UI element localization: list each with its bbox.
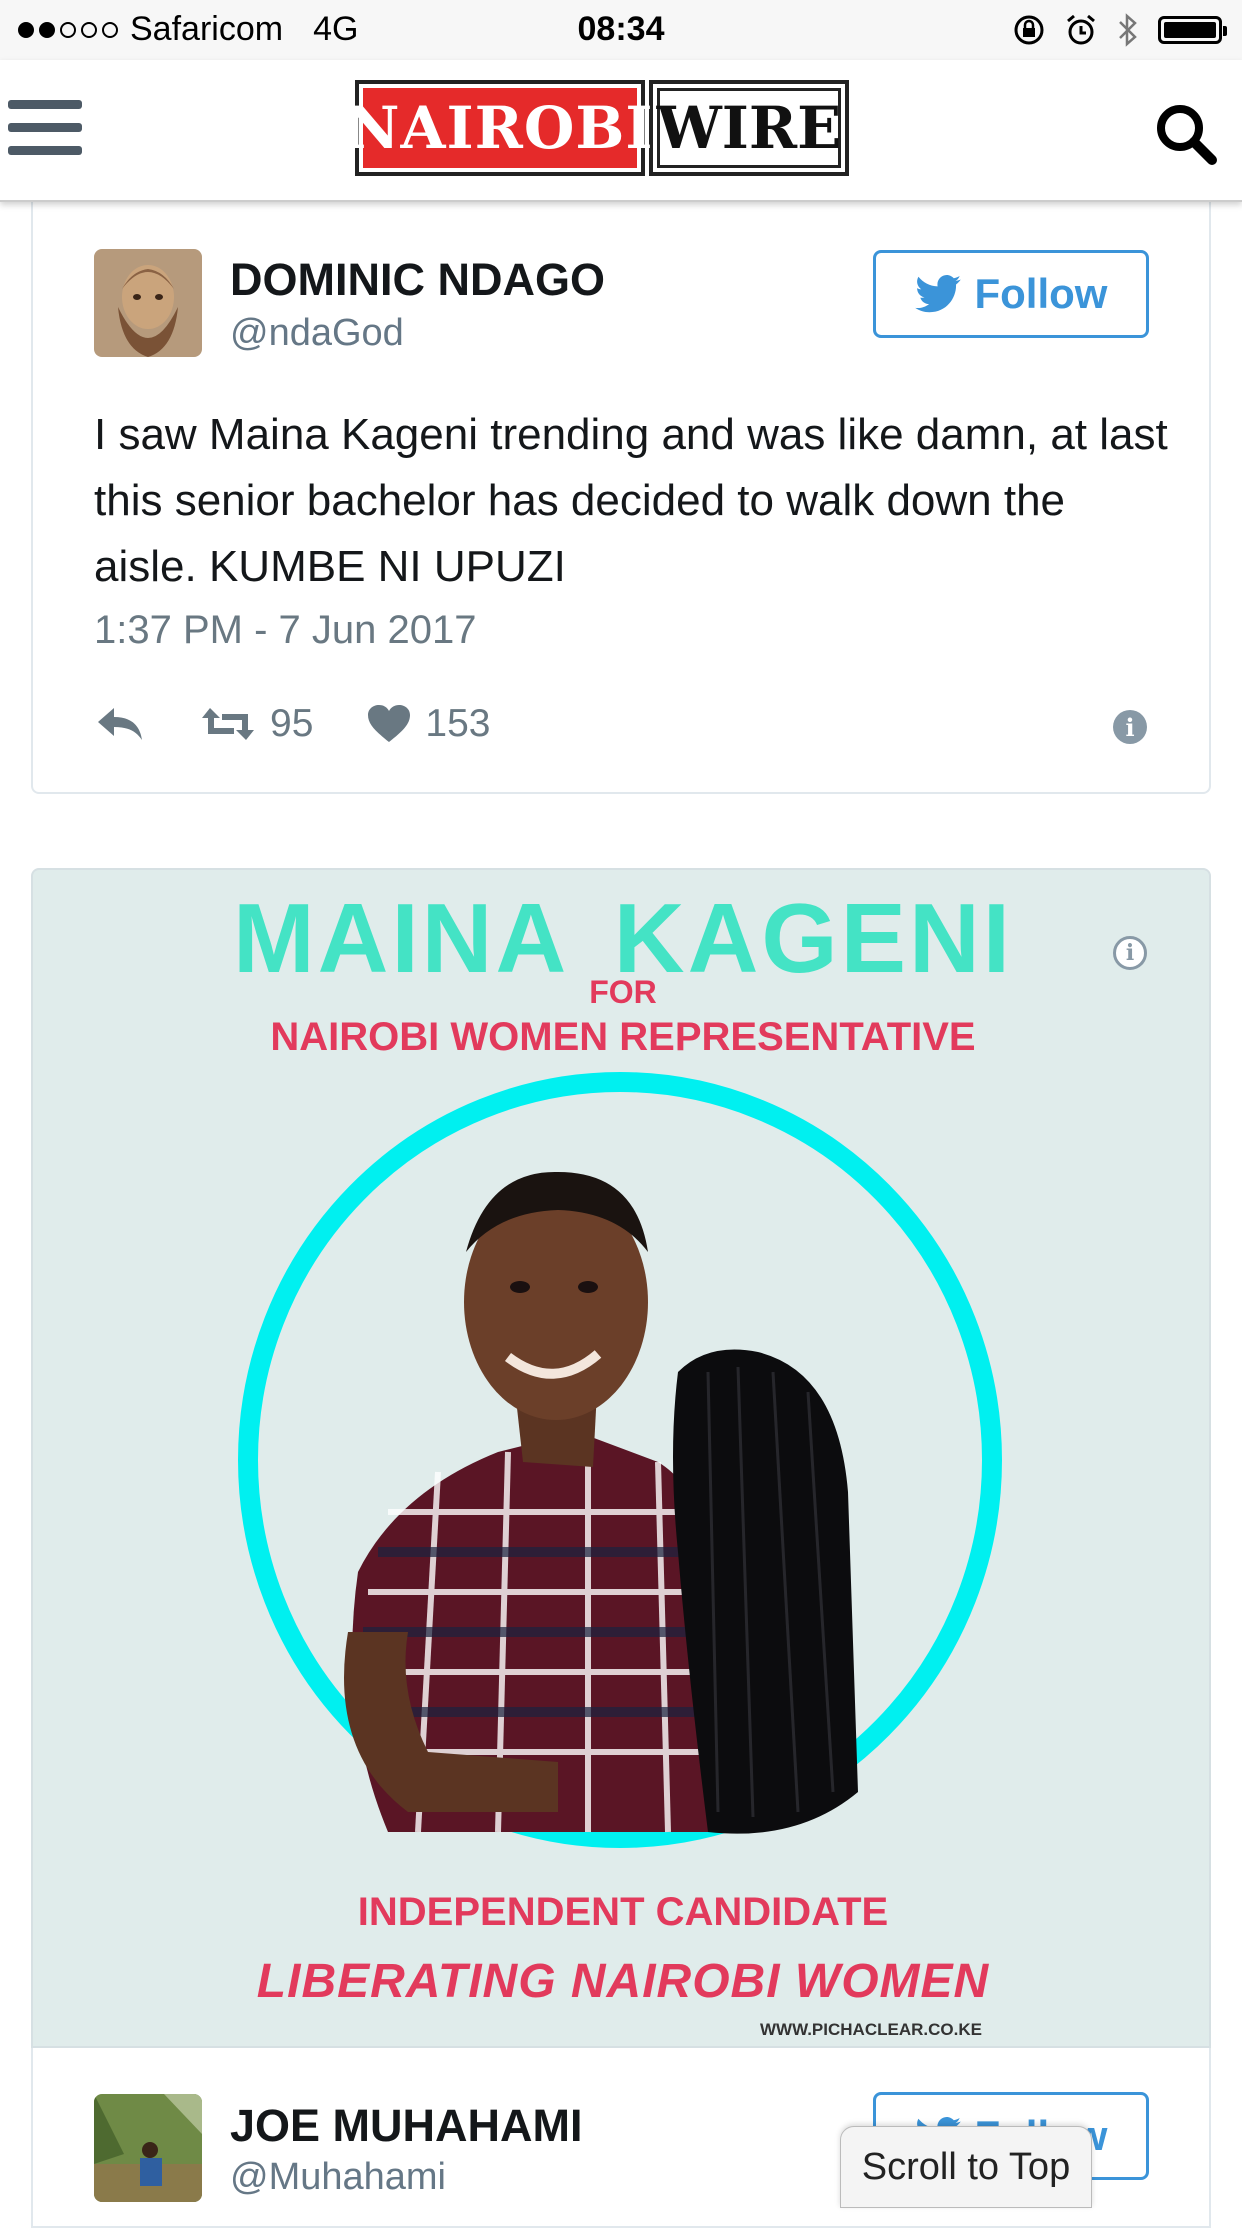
alarm-icon: [1067, 14, 1095, 45]
battery-icon: [1158, 16, 1227, 44]
search-icon[interactable]: [1154, 102, 1218, 166]
avatar[interactable]: [94, 2094, 202, 2202]
poster-independent: INDEPENDENT CANDIDATE: [357, 1890, 889, 1934]
avatar[interactable]: [94, 249, 202, 357]
bluetooth-icon: [1119, 13, 1137, 47]
poster-website: WWW.PICHACLEAR.CO.KE: [760, 2020, 982, 2039]
follow-button[interactable]: Follow: [873, 250, 1149, 338]
reply-icon: [98, 708, 142, 740]
poster-slogan: LIBERATING NAIROBI WOMEN: [256, 1955, 990, 2008]
info-icon[interactable]: i: [1113, 710, 1147, 744]
status-right: [1012, 12, 1227, 48]
logo-right-block: WIRE: [649, 80, 849, 176]
tweet-actions: 95 153: [94, 702, 544, 746]
twitter-bird-icon: [914, 275, 961, 313]
tweet-author-name[interactable]: JOE MUHAHAMI: [230, 2100, 583, 2152]
poster-subtitle: NAIROBI WOMEN REPRESENTATIVE: [270, 1015, 976, 1059]
follow-label: Follow: [974, 270, 1108, 317]
tweet-timestamp[interactable]: 1:37 PM - 7 Jun 2017: [94, 608, 476, 653]
retweet-button[interactable]: 95: [200, 702, 313, 746]
embedded-tweet: DOMINIC NDAGO @ndaGod Follow I saw Maina…: [31, 150, 1211, 794]
reply-button[interactable]: [94, 704, 146, 744]
site-logo[interactable]: NAIROBI WIRE: [346, 80, 851, 182]
scroll-to-top-button[interactable]: Scroll to Top: [840, 2126, 1092, 2208]
tweet-author-handle[interactable]: @Muhahami: [230, 2156, 446, 2199]
rotation-lock-icon: [1014, 15, 1044, 45]
retweet-icon: [202, 708, 254, 740]
logo-right-text: WIRE: [657, 88, 841, 168]
retweet-count: 95: [270, 702, 314, 745]
like-button[interactable]: 153: [367, 702, 490, 746]
heart-icon: [368, 705, 411, 742]
candidate-photo: [238, 1072, 1002, 1848]
media-info-icon[interactable]: i: [1113, 936, 1147, 970]
logo-left-text: NAIROBI: [346, 88, 653, 168]
poster-for: FOR: [589, 974, 657, 1010]
logo-left-block: NAIROBI: [346, 80, 653, 176]
site-header: NAIROBI WIRE: [0, 60, 1242, 202]
status-bar: Safaricom 4G 08:34: [0, 0, 1242, 60]
tweet-media-image[interactable]: MAINA KAGENI FOR NAIROBI WOMEN REPRESENT…: [31, 868, 1211, 2048]
tweet-author-name[interactable]: DOMINIC NDAGO: [230, 254, 605, 306]
tweet-author-handle[interactable]: @ndaGod: [230, 312, 404, 355]
menu-icon[interactable]: [8, 100, 82, 160]
tweet-text: I saw Maina Kageni trending and was like…: [94, 410, 1168, 591]
like-count: 153: [425, 702, 491, 745]
